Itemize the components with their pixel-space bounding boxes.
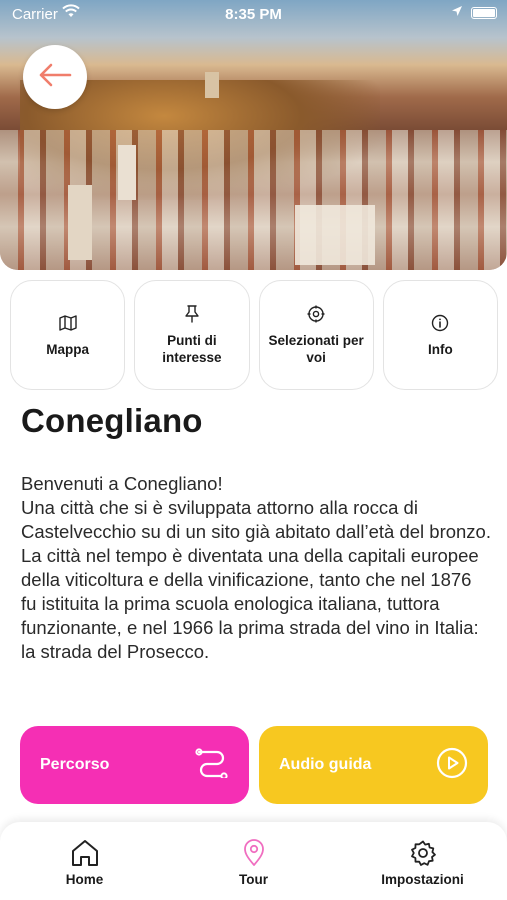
tab-label: Home	[65, 871, 104, 887]
quick-nav-selected-for-you[interactable]: Selezionati per voi	[258, 280, 374, 390]
quick-nav: Mappa Punti di interesse Selezionati per…	[10, 280, 498, 390]
gear-icon	[409, 838, 437, 868]
hero-image	[0, 0, 507, 270]
route-button[interactable]: Percorso	[20, 726, 249, 804]
battery-icon	[471, 7, 497, 19]
play-circle-icon	[436, 747, 468, 784]
route-icon	[195, 747, 229, 783]
quick-nav-map[interactable]: Mappa	[10, 280, 126, 390]
tab-tour[interactable]: Tour	[169, 822, 338, 900]
tab-label: Impostazioni	[381, 871, 464, 887]
quick-nav-points-of-interest[interactable]: Punti di interesse	[134, 280, 250, 390]
target-icon	[307, 304, 325, 324]
location-arrow-icon	[451, 5, 463, 20]
quick-nav-label: Punti di interesse	[162, 333, 222, 365]
tab-settings[interactable]: Impostazioni	[338, 822, 507, 900]
status-bar: Carrier 8:35 PM	[0, 0, 507, 28]
home-icon	[70, 838, 100, 868]
arrow-left-icon	[38, 63, 72, 92]
tab-label: Tour	[239, 871, 268, 887]
quick-nav-info[interactable]: Info	[382, 280, 498, 390]
info-icon	[431, 313, 449, 333]
location-pin-icon	[243, 838, 265, 868]
pin-icon	[185, 304, 199, 324]
map-icon	[58, 313, 77, 333]
route-button-label: Percorso	[40, 756, 110, 773]
quick-nav-label: Mappa	[46, 341, 89, 357]
quick-nav-label: Info	[428, 341, 453, 357]
back-button[interactable]	[23, 45, 87, 109]
quick-nav-label: Selezionati per voi	[268, 333, 364, 365]
audio-guide-button-label: Audio guida	[279, 756, 372, 773]
clock: 8:35 PM	[225, 6, 282, 23]
page-description: Benvenuti a Conegliano! Una città che si…	[21, 473, 491, 662]
audio-guide-button[interactable]: Audio guida	[259, 726, 488, 804]
tab-home[interactable]: Home	[0, 822, 169, 900]
page-title: Conegliano	[21, 402, 203, 439]
tab-bar: Home Tour Impostazioni	[0, 822, 507, 900]
